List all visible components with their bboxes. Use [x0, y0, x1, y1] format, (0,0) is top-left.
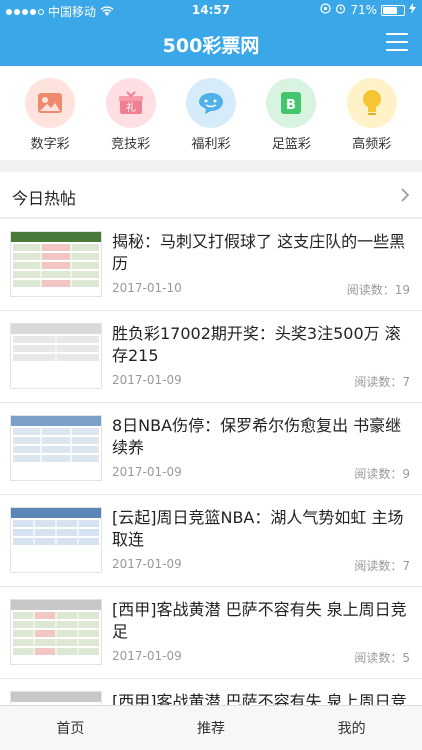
category-digit-lottery[interactable]: 数字彩	[18, 78, 82, 160]
lightbulb-icon	[346, 78, 397, 128]
list-item[interactable]: [西甲]客战黄潜 巴萨不容有失 泉上周日竞足	[0, 679, 422, 705]
post-title: 胜负彩17002期开奖：头奖3注500万 滚存215	[112, 324, 401, 365]
list-item[interactable]: [云起]周日竞篮NBA：湖人气势如虹 主场取连 2017-01-09 阅读数：7	[0, 495, 422, 587]
post-thumbnail	[10, 231, 102, 297]
category-welfare-lottery[interactable]: 福利彩	[179, 78, 243, 160]
tab-recommend[interactable]: 推荐	[141, 706, 282, 750]
post-title: [西甲]客战黄潜 巴萨不容有失 泉上周日竞足	[112, 600, 407, 641]
svg-text:B: B	[286, 98, 296, 113]
location-icon	[320, 3, 331, 17]
hot-posts-header[interactable]: 今日热帖	[0, 172, 422, 218]
category-label: 足篮彩	[271, 137, 311, 152]
bottom-tab-bar: 首页 推荐 我的	[0, 705, 422, 750]
picture-icon	[25, 78, 76, 128]
tab-mine[interactable]: 我的	[281, 706, 422, 750]
category-high-frequency[interactable]: 高频彩	[340, 78, 404, 160]
post-title: [云起]周日竞篮NBA：湖人气势如虹 主场取连	[112, 508, 404, 549]
post-date: 2017-01-09	[112, 557, 182, 571]
post-date: 2017-01-10	[112, 281, 182, 295]
post-date: 2017-01-09	[112, 465, 182, 479]
post-read-count: 阅读数：7	[354, 559, 410, 573]
category-bar: 数字彩 礼 竞技彩 福利彩 B 足篮彩 高频彩	[0, 66, 422, 160]
category-label: 竞技彩	[111, 137, 151, 152]
chevron-right-icon	[401, 188, 410, 202]
post-date: 2017-01-09	[112, 373, 182, 387]
status-bar: 中国移动 14:57 71%	[0, 0, 422, 20]
alarm-icon	[335, 3, 346, 17]
post-read-count: 阅读数：9	[354, 467, 410, 481]
post-read-count: 阅读数：5	[354, 651, 410, 665]
post-thumbnail	[10, 323, 102, 389]
list-item[interactable]: 揭秘：马刺又打假球了 这支庄队的一些黑历 2017-01-10 阅读数：19	[0, 219, 422, 311]
category-label: 福利彩	[191, 137, 231, 152]
tab-home[interactable]: 首页	[0, 706, 141, 750]
post-read-count: 阅读数：7	[354, 375, 410, 389]
list-item[interactable]: 胜负彩17002期开奖：头奖3注500万 滚存215 2017-01-09 阅读…	[0, 311, 422, 403]
letter-b-icon: B	[266, 78, 317, 128]
post-title: 揭秘：马刺又打假球了 这支庄队的一些黑历	[112, 232, 406, 273]
post-read-count: 阅读数：19	[346, 283, 410, 297]
post-thumbnail	[10, 599, 102, 665]
category-sports-lottery[interactable]: 礼 竞技彩	[99, 78, 163, 160]
app-header: 500彩票网	[0, 20, 422, 66]
charging-icon	[409, 3, 416, 17]
status-right: 71%	[320, 3, 416, 17]
battery-icon	[381, 4, 405, 16]
post-thumbnail	[10, 691, 102, 705]
post-title: 8日NBA伤停：保罗希尔伤愈复出 书豪继续养	[112, 416, 402, 457]
section-title: 今日热帖	[12, 189, 77, 208]
post-thumbnail	[10, 415, 102, 481]
battery-percent: 71%	[350, 3, 377, 17]
app-title: 500彩票网	[162, 35, 260, 57]
gift-icon: 礼	[105, 78, 156, 128]
category-label: 数字彩	[30, 137, 70, 152]
list-item[interactable]: [西甲]客战黄潜 巴萨不容有失 泉上周日竞足 2017-01-09 阅读数：5	[0, 587, 422, 679]
menu-icon[interactable]	[386, 33, 408, 51]
post-list: 揭秘：马刺又打假球了 这支庄队的一些黑历 2017-01-10 阅读数：19 胜…	[0, 219, 422, 705]
list-item[interactable]: 8日NBA伤停：保罗希尔伤愈复出 书豪继续养 2017-01-09 阅读数：9	[0, 403, 422, 495]
category-football-basketball[interactable]: B 足篮彩	[259, 78, 323, 160]
category-label: 高频彩	[352, 137, 392, 152]
chat-bubble-icon	[185, 78, 236, 128]
post-date: 2017-01-09	[112, 649, 182, 663]
post-thumbnail	[10, 507, 102, 573]
post-title: [西甲]客战黄潜 巴萨不容有失 泉上周日竞足	[112, 692, 407, 705]
svg-text:礼: 礼	[126, 101, 136, 114]
